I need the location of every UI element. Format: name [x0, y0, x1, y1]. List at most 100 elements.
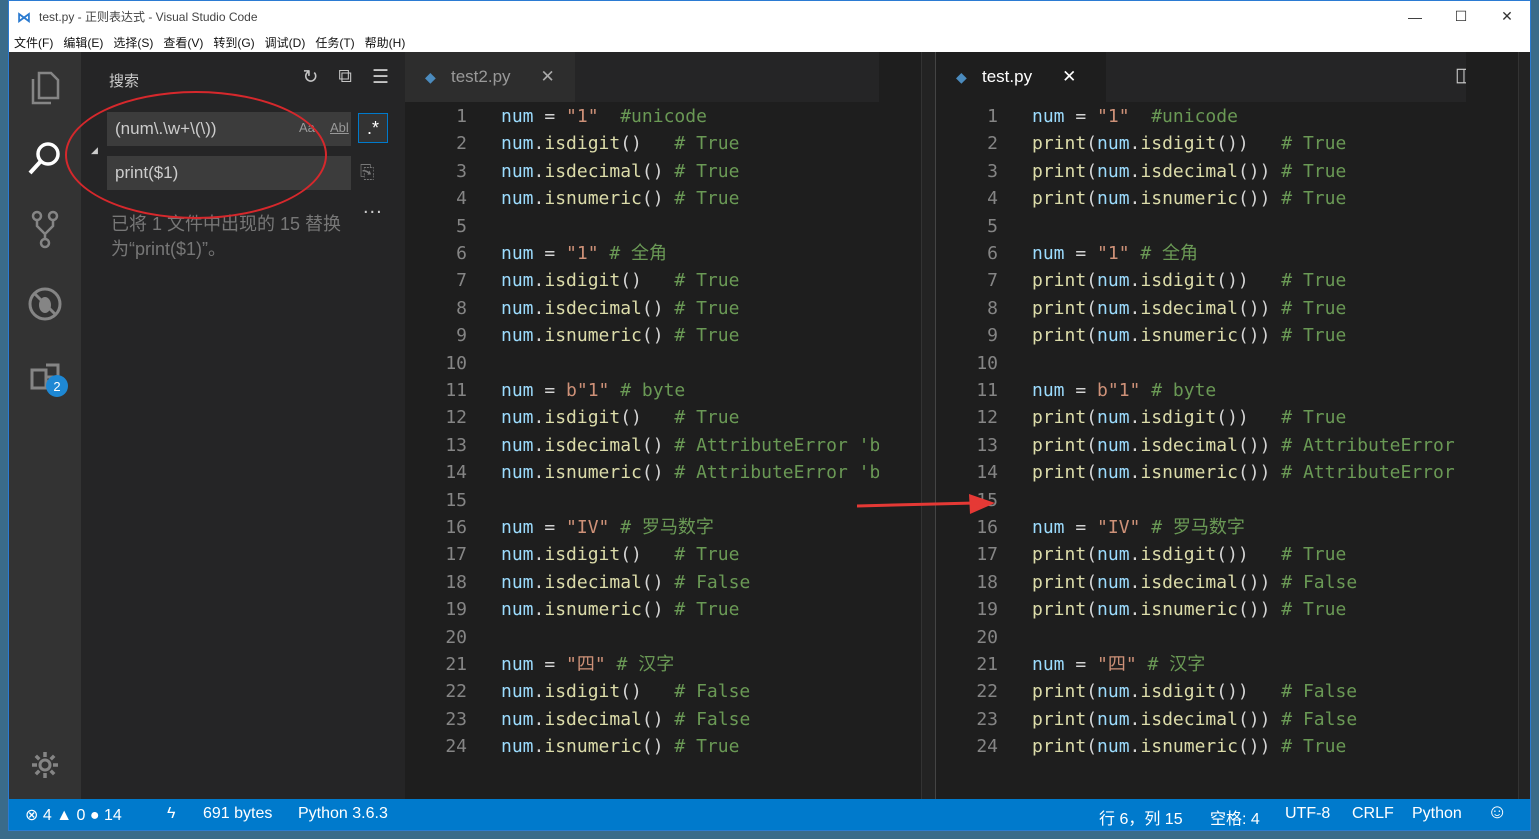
- code-line[interactable]: 21 num = "四" # 汉字: [405, 651, 935, 678]
- code-line[interactable]: 23 print(num.isdecimal()) # False: [936, 706, 1530, 733]
- code-token: ()): [1216, 681, 1282, 703]
- left-scrollbar[interactable]: [921, 52, 935, 799]
- code-token: # False: [1281, 681, 1358, 703]
- menu-edit[interactable]: 编辑(E): [58, 34, 108, 51]
- code-line[interactable]: 19 print(num.isnumeric()) # True: [936, 596, 1530, 623]
- interpreter-selector[interactable]: Python 3.6.3: [298, 805, 388, 823]
- refresh-icon[interactable]: ↻: [302, 66, 318, 89]
- code-line[interactable]: 8 print(num.isdecimal()) # True: [936, 295, 1530, 322]
- line-number: 14: [445, 462, 467, 484]
- code-line[interactable]: 3 print(num.isdecimal()) # True: [936, 158, 1530, 185]
- code-line[interactable]: 18 num.isdecimal() # False: [405, 569, 935, 596]
- language-mode[interactable]: Python: [1412, 805, 1462, 823]
- explorer-icon[interactable]: [9, 58, 81, 118]
- source-control-icon[interactable]: [9, 200, 81, 260]
- tab-test-py[interactable]: ◆ test.py ✕: [936, 52, 1106, 102]
- code-line[interactable]: 15: [405, 487, 935, 514]
- feedback-smiley-icon[interactable]: ☺: [1487, 801, 1507, 824]
- menu-file[interactable]: 文件(F): [9, 34, 58, 51]
- indentation[interactable]: 空格: 4: [1210, 805, 1260, 829]
- code-line[interactable]: 9 num.isnumeric() # True: [405, 322, 935, 349]
- code-line[interactable]: 4 num.isnumeric() # True: [405, 185, 935, 212]
- code-line[interactable]: 22 print(num.isdigit()) # False: [936, 678, 1530, 705]
- code-line[interactable]: 24 num.isnumeric() # True: [405, 733, 935, 760]
- right-scrollbar[interactable]: [1518, 52, 1530, 799]
- code-token: (): [620, 407, 675, 429]
- code-line[interactable]: 24 print(num.isnumeric()) # True: [936, 733, 1530, 760]
- right-minimap[interactable]: [1466, 52, 1520, 799]
- tab-close-icon[interactable]: ✕: [541, 67, 555, 87]
- code-token: .: [533, 462, 545, 484]
- menu-debug[interactable]: 调试(D): [260, 34, 311, 51]
- code-line[interactable]: 22 num.isdigit() # False: [405, 678, 935, 705]
- code-line[interactable]: 11 num = b"1" # byte: [405, 377, 935, 404]
- code-text: print(num.isnumeric()) # True: [1032, 322, 1346, 349]
- code-line[interactable]: 7 print(num.isdigit()) # True: [936, 267, 1530, 294]
- code-line[interactable]: 19 num.isnumeric() # True: [405, 596, 935, 623]
- code-line[interactable]: 1 num = "1" #unicode: [405, 103, 935, 130]
- code-line[interactable]: 17 print(num.isdigit()) # True: [936, 541, 1530, 568]
- code-line[interactable]: 14 num.isnumeric() # AttributeError 'b: [405, 459, 935, 486]
- code-line[interactable]: 9 print(num.isnumeric()) # True: [936, 322, 1530, 349]
- tab-close-icon[interactable]: ✕: [1062, 67, 1076, 87]
- code-line[interactable]: 17 num.isdigit() # True: [405, 541, 935, 568]
- code-line[interactable]: 12 num.isdigit() # True: [405, 404, 935, 431]
- code-line[interactable]: 13 num.isdecimal() # AttributeError 'b: [405, 432, 935, 459]
- code-line[interactable]: 2 num.isdigit() # True: [405, 130, 935, 157]
- encoding[interactable]: UTF-8: [1285, 805, 1330, 823]
- code-line[interactable]: 20: [936, 624, 1530, 651]
- code-line[interactable]: 20: [405, 624, 935, 651]
- clear-results-icon[interactable]: ⧉: [338, 66, 352, 89]
- minimize-button[interactable]: —: [1392, 1, 1438, 32]
- menu-view[interactable]: 查看(V): [158, 34, 208, 51]
- code-line[interactable]: 21 num = "四" # 汉字: [936, 651, 1530, 678]
- code-token: ()): [1237, 599, 1282, 621]
- menu-tasks[interactable]: 任务(T): [310, 34, 359, 51]
- code-token: print: [1032, 297, 1087, 319]
- collapse-all-icon[interactable]: ☰: [372, 66, 389, 89]
- code-line[interactable]: 6 num = "1" # 全角: [405, 240, 935, 267]
- menu-goto[interactable]: 转到(G): [208, 34, 259, 51]
- regex-toggle[interactable]: .*: [358, 113, 388, 143]
- code-line[interactable]: 4 print(num.isnumeric()) # True: [936, 185, 1530, 212]
- code-line[interactable]: 7 num.isdigit() # True: [405, 267, 935, 294]
- code-line[interactable]: 14 print(num.isnumeric()) # AttributeErro…: [936, 459, 1530, 486]
- line-number: 11: [445, 380, 467, 401]
- code-token: ()): [1216, 544, 1282, 566]
- maximize-button[interactable]: ☐: [1438, 1, 1484, 32]
- code-line[interactable]: 8 num.isdecimal() # True: [405, 295, 935, 322]
- code-line[interactable]: 16 num = "IV" # 罗马数字: [936, 514, 1530, 541]
- code-token: (): [641, 708, 675, 730]
- settings-gear-icon[interactable]: [9, 735, 81, 795]
- code-line[interactable]: 18 print(num.isdecimal()) # False: [936, 569, 1530, 596]
- tab-test2-py[interactable]: ◆ test2.py ✕: [405, 52, 575, 102]
- menu-help[interactable]: 帮助(H): [360, 34, 411, 51]
- menu-selection[interactable]: 选择(S): [108, 34, 158, 51]
- code-line[interactable]: 16 num = "IV" # 罗马数字: [405, 514, 935, 541]
- problems-indicator[interactable]: ⊗ 4 ▲ 0 ● 14: [25, 805, 122, 825]
- line-ending[interactable]: CRLF: [1352, 805, 1394, 823]
- code-line[interactable]: 11 num = b"1" # byte: [936, 377, 1530, 404]
- replace-all-icon[interactable]: ⎘: [360, 162, 374, 183]
- code-line[interactable]: 1 num = "1" #unicode: [936, 103, 1530, 130]
- code-line[interactable]: 23 num.isdecimal() # False: [405, 706, 935, 733]
- code-line[interactable]: 5: [936, 213, 1530, 240]
- more-options[interactable]: ...: [363, 196, 383, 219]
- code-line[interactable]: 3 num.isdecimal() # True: [405, 158, 935, 185]
- code-line[interactable]: 2 print(num.isdigit()) # True: [936, 130, 1530, 157]
- debug-icon[interactable]: [9, 274, 81, 334]
- code-line[interactable]: 6 num = "1" # 全角: [936, 240, 1530, 267]
- code-line[interactable]: 5: [405, 213, 935, 240]
- left-code-area[interactable]: 1 num = "1" #unicode 2 num.isdigit() # True…: [405, 102, 935, 799]
- extensions-icon[interactable]: 2: [9, 348, 81, 408]
- whole-word-toggle[interactable]: Abl: [330, 120, 349, 135]
- close-window-button[interactable]: ✕: [1484, 1, 1530, 32]
- code-line[interactable]: 10: [405, 350, 935, 377]
- right-code-area[interactable]: 1 num = "1" #unicode 2 print(num.isdigit())…: [936, 102, 1530, 799]
- cursor-position[interactable]: 行 6，列 15: [1099, 805, 1183, 829]
- lightning-icon[interactable]: ϟ: [167, 805, 175, 823]
- code-line[interactable]: 13 print(num.isdecimal()) # AttributeErro…: [936, 432, 1530, 459]
- code-line[interactable]: 15: [936, 487, 1530, 514]
- code-line[interactable]: 12 print(num.isdigit()) # True: [936, 404, 1530, 431]
- code-line[interactable]: 10: [936, 350, 1530, 377]
